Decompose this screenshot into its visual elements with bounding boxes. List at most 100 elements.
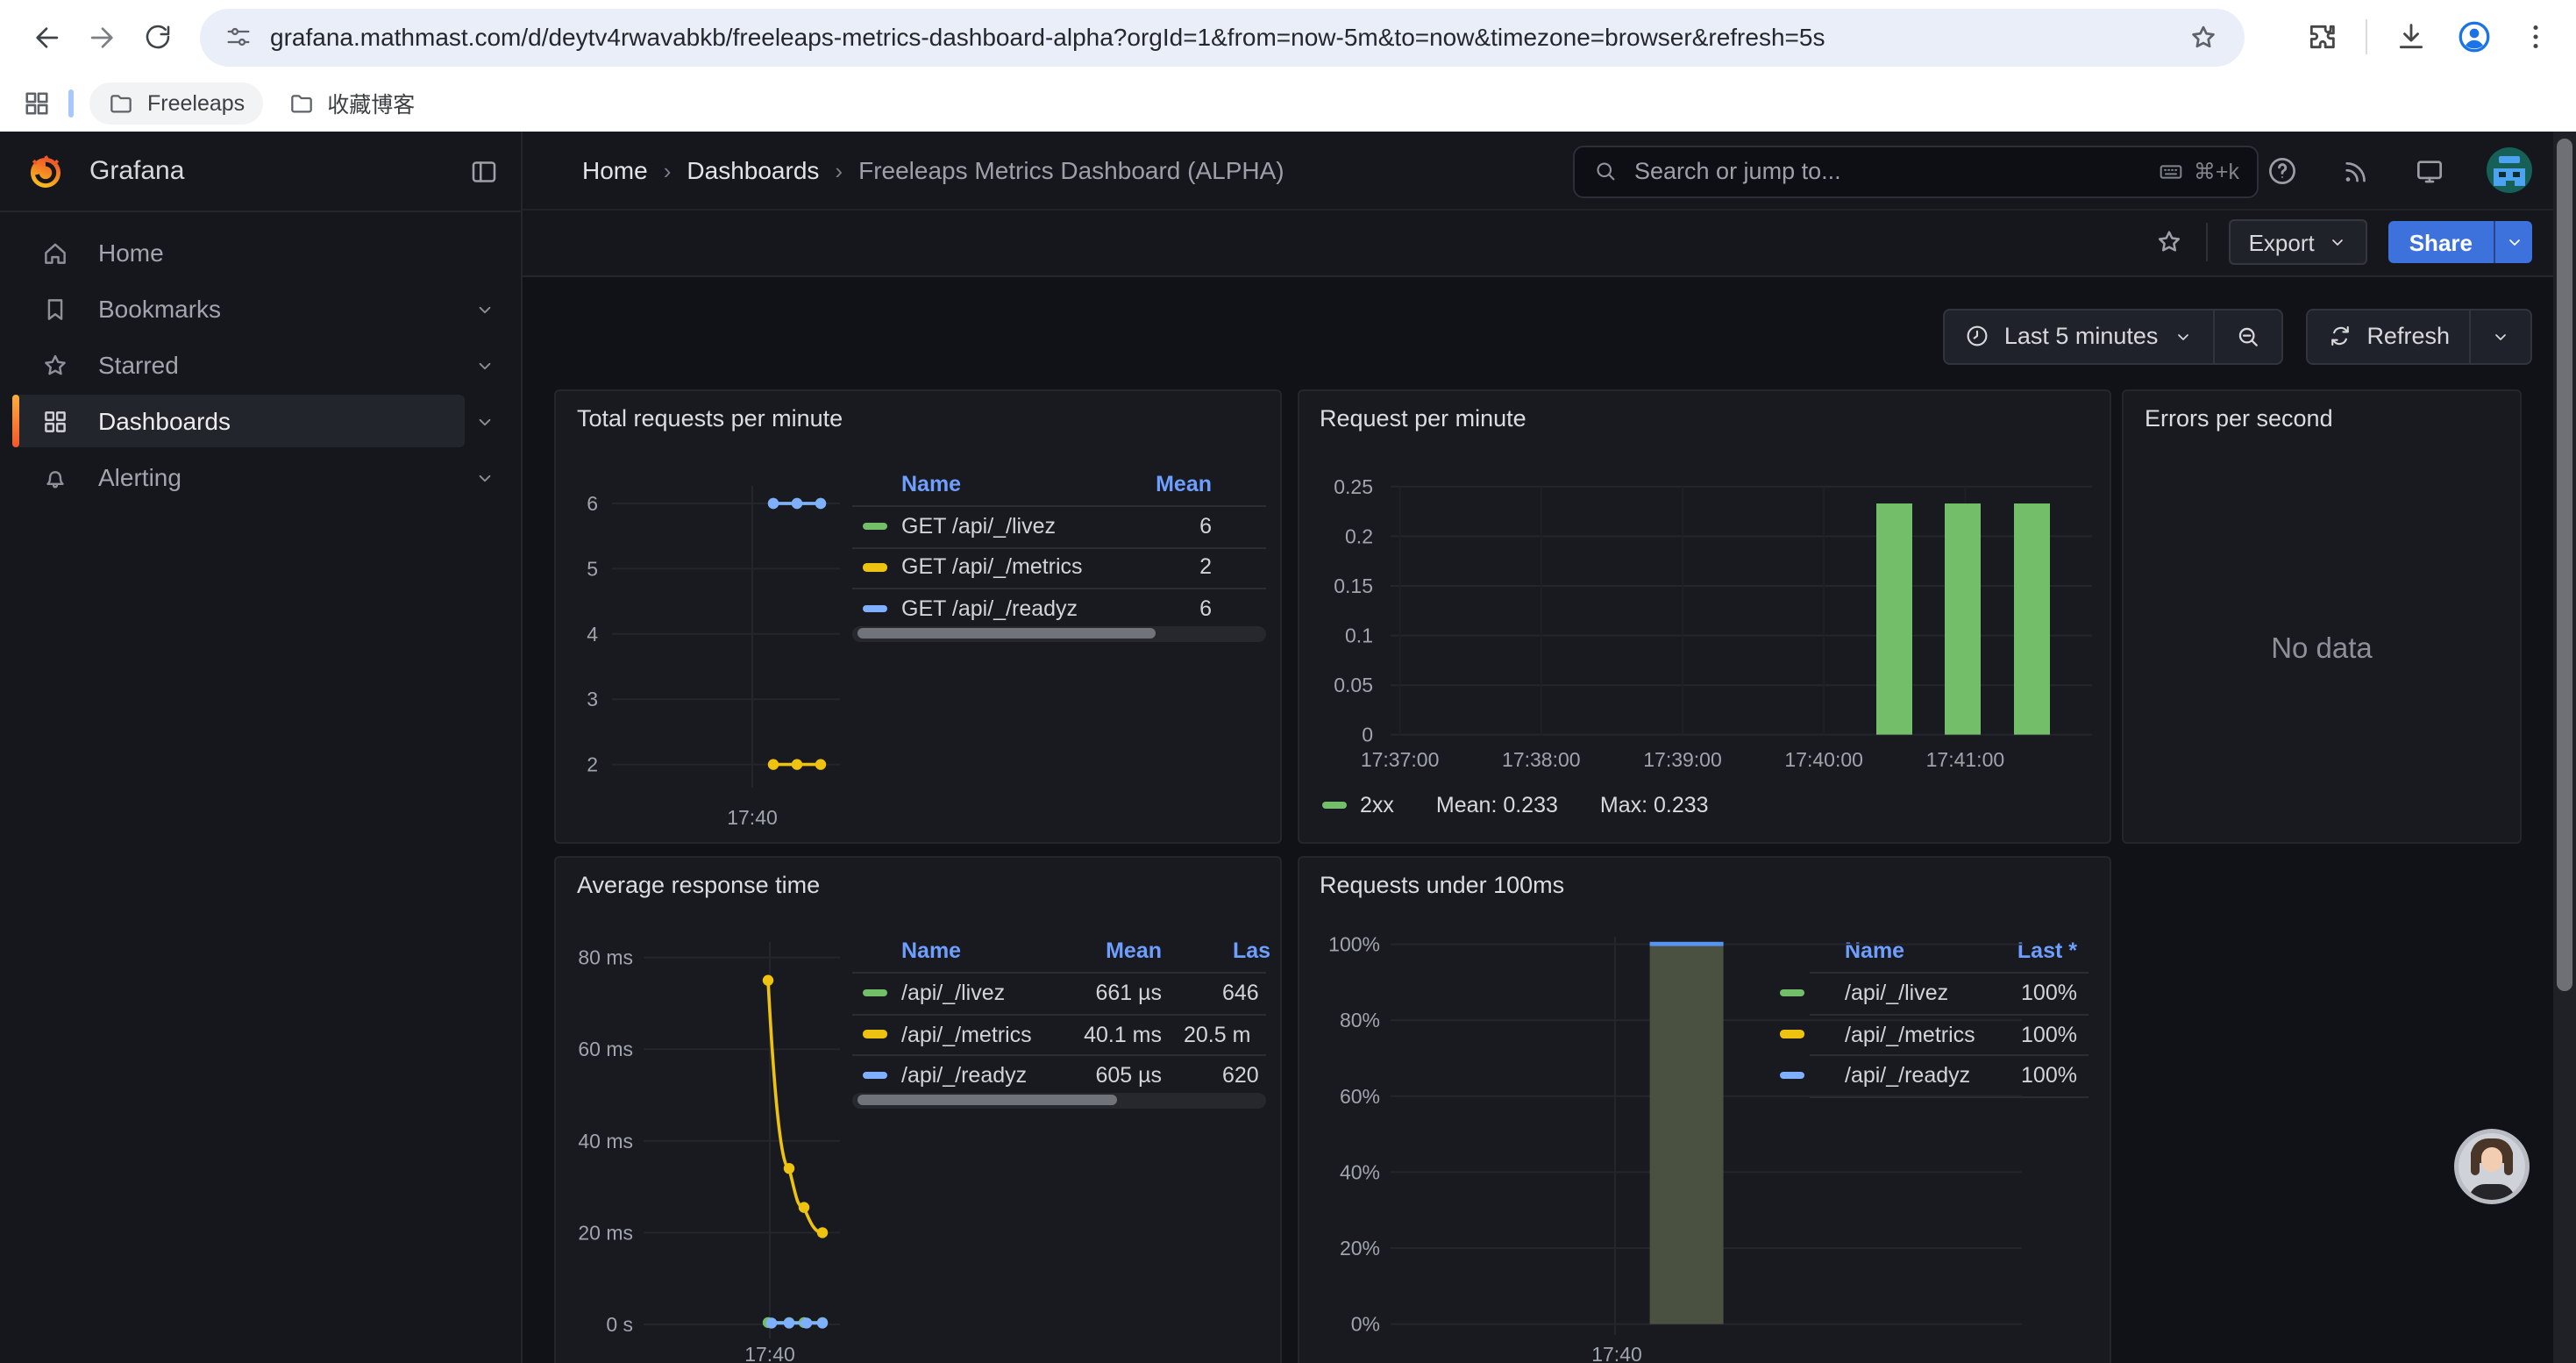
svg-text:17:41:00: 17:41:00 <box>1925 748 2004 771</box>
page-scrollbar[interactable] <box>2553 132 2576 1363</box>
chevron-down-icon[interactable] <box>473 466 496 489</box>
sidebar-item-label: Home <box>98 239 164 267</box>
svg-text:17:40: 17:40 <box>1590 1342 1641 1363</box>
bookmark-item[interactable]: 收藏博客 <box>269 79 432 126</box>
time-range-picker[interactable]: Last 5 minutes <box>1945 310 2213 362</box>
svg-text:0.15: 0.15 <box>1333 574 1372 597</box>
dashboard-content: Last 5 minutes <box>523 276 2553 1363</box>
breadcrumb-home[interactable]: Home <box>582 156 648 184</box>
sidebar-toggle-icon[interactable] <box>468 155 500 187</box>
chevron-down-icon[interactable] <box>473 353 496 376</box>
export-button[interactable]: Export <box>2230 220 2367 266</box>
browser-toolbar: grafana.mathmast.com/d/deytv4rwavabkb/fr… <box>0 0 2576 74</box>
sidebar-item-bookmarks[interactable]: Bookmarks <box>0 281 521 337</box>
site-settings-icon[interactable] <box>224 23 253 51</box>
panel-request-per-minute[interactable]: Request per minute 2xx Mean: 0.233 Max: … <box>1297 389 2110 844</box>
brand-title[interactable]: Grafana <box>89 156 184 186</box>
share-button[interactable]: Share <box>2388 222 2494 264</box>
monitor-icon[interactable] <box>2413 153 2446 187</box>
reload-button[interactable] <box>130 9 186 65</box>
url-text: grafana.mathmast.com/d/deytv4rwavabkb/fr… <box>270 23 2187 51</box>
folder-icon <box>107 89 135 117</box>
chevron-down-icon[interactable] <box>473 410 496 432</box>
share-button-group: Share <box>2388 222 2532 264</box>
panel-requests-under-100ms[interactable]: Requests under 100ms NameLast */api/_/li… <box>1297 855 2110 1363</box>
back-icon <box>29 20 62 54</box>
sidebar-item-starred[interactable]: Starred <box>0 337 521 393</box>
grafana-app: Grafana HomeBookmarksStarredDashboardsAl… <box>0 132 2576 1363</box>
news-rss-icon[interactable] <box>2339 153 2373 187</box>
extensions-icon[interactable] <box>2304 19 2339 54</box>
panel-total-requests[interactable]: Total requests per minute NameMeanGET /a… <box>554 389 1282 844</box>
zoom-out-icon <box>2233 322 2261 350</box>
svg-text:0: 0 <box>1361 724 1372 746</box>
bookmark-label: Freeleaps <box>147 90 245 115</box>
svg-text:0.25: 0.25 <box>1333 475 1372 498</box>
search-shortcut: ⌘+k <box>2157 157 2239 185</box>
panel-average-response-time[interactable]: Average response time NameMeanLas/api/_/… <box>554 855 1282 1363</box>
zoom-out-button[interactable] <box>2212 310 2281 362</box>
sidebar-item-label: Alerting <box>98 463 181 491</box>
assistant-avatar[interactable] <box>2459 1133 2525 1200</box>
chart: 6543217:40 <box>556 391 1282 844</box>
profile-icon[interactable] <box>2455 18 2494 56</box>
screen: grafana.mathmast.com/d/deytv4rwavabkb/fr… <box>0 0 2576 1363</box>
bookmarks-bar: Freeleaps 收藏博客 <box>0 74 2576 132</box>
reload-icon <box>142 21 174 53</box>
svg-text:20 ms: 20 ms <box>578 1220 633 1243</box>
refresh-button[interactable]: Refresh <box>2307 310 2469 362</box>
sidebar-item-alerting[interactable]: Alerting <box>0 449 521 505</box>
svg-text:100%: 100% <box>1327 932 1379 955</box>
bookmark-star-icon[interactable] <box>2187 20 2220 54</box>
toolbar-divider <box>2207 224 2209 262</box>
search-input[interactable]: Search or jump to... ⌘+k <box>1573 145 2259 197</box>
sidebar-menu: Home Bookmarks StarredDashboards Alerting <box>0 212 521 505</box>
forward-button[interactable] <box>74 9 130 65</box>
bookmark-icon <box>40 294 70 324</box>
refresh-icon <box>2326 323 2352 349</box>
forward-icon <box>85 20 118 54</box>
navbar-icons <box>2266 147 2532 193</box>
active-indicator <box>12 395 18 447</box>
refresh-group: Refresh <box>2305 308 2532 364</box>
chevron-down-icon <box>2172 325 2193 346</box>
back-button[interactable] <box>18 9 74 65</box>
chevron-down-icon <box>2327 232 2348 253</box>
bookmark-item[interactable]: Freeleaps <box>89 82 262 124</box>
sidebar: Grafana Home Bookmarks StarredDashboards Al… <box>0 132 523 1363</box>
sidebar-item-label: Bookmarks <box>98 295 221 323</box>
chevron-down-icon <box>2490 325 2511 346</box>
favorite-star-icon[interactable] <box>2154 227 2186 259</box>
url-bar[interactable]: grafana.mathmast.com/d/deytv4rwavabkb/fr… <box>200 8 2245 66</box>
svg-text:17:40:00: 17:40:00 <box>1783 748 1862 771</box>
apps-grid-icon[interactable] <box>21 87 53 118</box>
svg-text:17:39:00: 17:39:00 <box>1642 748 1721 771</box>
share-dropdown-button[interactable] <box>2494 222 2532 264</box>
svg-text:3: 3 <box>587 688 598 710</box>
panel-title[interactable]: Errors per second <box>2145 405 2333 432</box>
panel-errors-per-second[interactable]: Errors per second No data <box>2122 389 2522 844</box>
svg-text:17:38:00: 17:38:00 <box>1501 748 1580 771</box>
breadcrumb-separator: › <box>664 157 672 183</box>
svg-text:17:40: 17:40 <box>727 806 778 829</box>
svg-text:40%: 40% <box>1339 1160 1379 1182</box>
chrome-divider <box>2366 19 2367 54</box>
brand-row: Grafana <box>0 132 521 212</box>
sidebar-item-dashboards[interactable]: Dashboards <box>0 393 521 449</box>
grafana-logo[interactable] <box>26 152 65 190</box>
refresh-interval-dropdown[interactable] <box>2469 310 2530 362</box>
svg-text:0 s: 0 s <box>606 1312 633 1335</box>
search-placeholder: Search or jump to... <box>1634 158 2157 184</box>
svg-text:17:37:00: 17:37:00 <box>1360 748 1439 771</box>
scrollbar-thumb[interactable] <box>2557 139 2572 991</box>
help-icon[interactable] <box>2266 153 2299 187</box>
downloads-icon[interactable] <box>2394 19 2429 54</box>
navbar: Home › Dashboards › Freeleaps Metrics Da… <box>523 132 2553 211</box>
chevron-down-icon <box>2503 232 2524 253</box>
breadcrumb-dashboards[interactable]: Dashboards <box>687 156 819 184</box>
menu-kebab-icon[interactable] <box>2520 21 2551 53</box>
sidebar-item-home[interactable]: Home <box>0 225 521 281</box>
user-avatar[interactable] <box>2487 147 2532 193</box>
bell-icon <box>40 462 70 492</box>
chevron-down-icon[interactable] <box>473 297 496 320</box>
